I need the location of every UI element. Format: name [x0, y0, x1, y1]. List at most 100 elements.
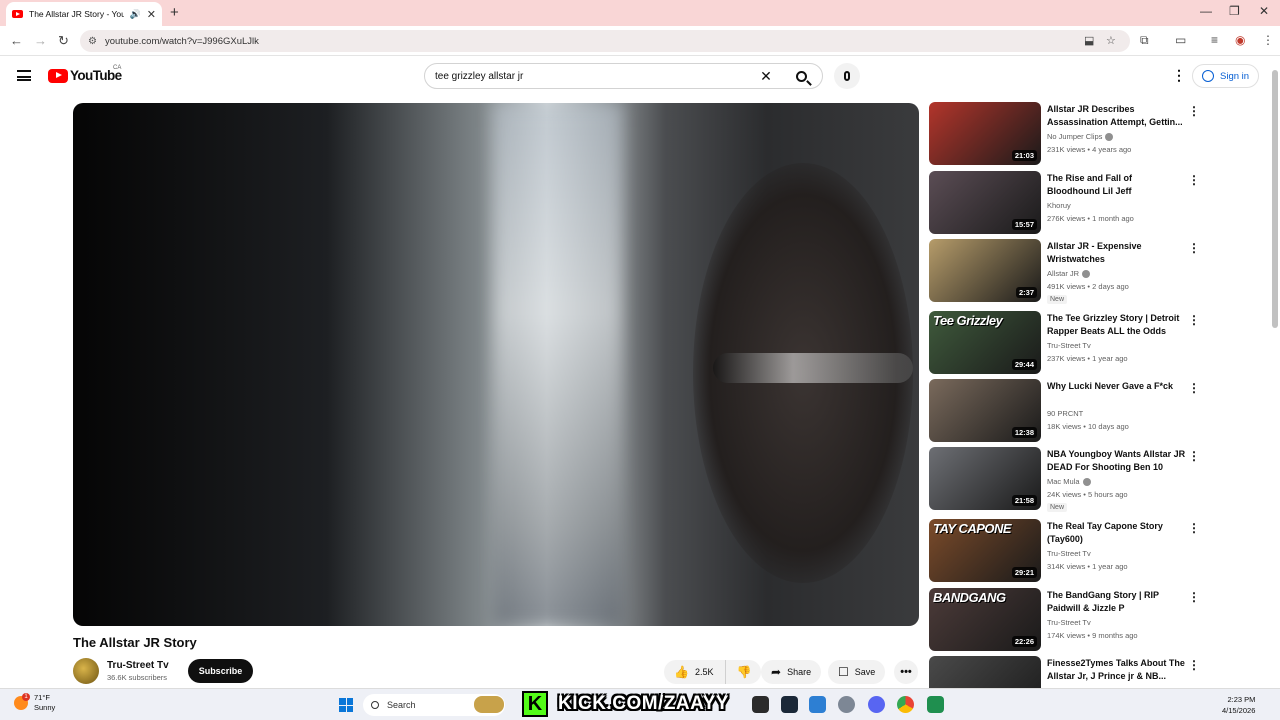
chrome-app-icon[interactable]: [897, 696, 914, 713]
related-video-channel[interactable]: Allstar JR: [1047, 269, 1091, 279]
video-thumbnail[interactable]: 12:38: [929, 379, 1041, 442]
new-tab-button[interactable]: +: [170, 4, 179, 21]
related-video-title[interactable]: Finesse2Tymes Talks About The Allstar Jr…: [1047, 657, 1187, 683]
restore-icon[interactable]: ❐: [1229, 4, 1240, 18]
related-video-title[interactable]: Why Lucki Never Gave a F*ck: [1047, 380, 1187, 393]
video-options-icon[interactable]: ⋮: [1188, 658, 1200, 672]
video-options-icon[interactable]: ⋮: [1188, 381, 1200, 395]
video-thumbnail[interactable]: 21:03: [929, 102, 1041, 165]
channel-name[interactable]: Tru-Street Tv: [107, 660, 169, 671]
like-button[interactable]: 👍 2.5K: [664, 660, 726, 684]
app-icon[interactable]: [927, 696, 944, 713]
related-video-item[interactable]: 15:57 The Rise and Fall of Bloodhound Lil…: [929, 171, 1200, 235]
settings-menu-icon[interactable]: ⋮: [1172, 68, 1186, 82]
weather-widget[interactable]: 1 71°F Sunny: [14, 693, 55, 713]
related-video-item[interactable]: 21:58 NBA Youngboy Wants Allstar JR DEAD …: [929, 447, 1200, 512]
youtube-header: YouTube CA tee grizzley allstar jr ✕ ⋮ S…: [0, 56, 1280, 96]
related-video-channel[interactable]: Tru-Street Tv: [1047, 549, 1091, 558]
related-video-channel[interactable]: Khoruy: [1047, 201, 1071, 210]
related-video-channel-name: Tru-Street Tv: [1047, 341, 1091, 350]
video-options-icon[interactable]: ⋮: [1188, 241, 1200, 255]
video-duration: 22:26: [1011, 636, 1037, 647]
media-controls-icon[interactable]: ≡: [1211, 33, 1218, 47]
video-thumbnail[interactable]: 15:57: [929, 171, 1041, 234]
bookmark-star-icon[interactable]: ☆: [1106, 34, 1116, 47]
install-app-icon[interactable]: ⬓: [1084, 34, 1094, 47]
related-video-item[interactable]: BANDGANG 22:26 The BandGang Story | RIP Pa…: [929, 588, 1200, 652]
video-thumbnail[interactable]: Tee Grizzley 29:44: [929, 311, 1041, 374]
related-video-channel[interactable]: No Jumper Clips: [1047, 132, 1114, 142]
video-thumbnail[interactable]: BANDGANG 22:26: [929, 588, 1041, 651]
video-options-icon[interactable]: ⋮: [1188, 449, 1200, 463]
clear-search-icon[interactable]: ✕: [752, 68, 780, 85]
address-bar[interactable]: ⚙ youtube.com/watch?v=J996GXuLJlk ⬓ ☆: [80, 30, 1130, 52]
related-video-channel[interactable]: Tru-Street Tv: [1047, 618, 1091, 627]
related-video-title[interactable]: The Real Tay Capone Story (Tay600): [1047, 520, 1187, 546]
youtube-logo[interactable]: YouTube CA: [48, 65, 122, 83]
related-video-title[interactable]: NBA Youngboy Wants Allstar JR DEAD For S…: [1047, 448, 1187, 474]
related-video-title[interactable]: The Tee Grizzley Story | Detroit Rapper …: [1047, 312, 1187, 338]
related-video-title[interactable]: Allstar JR Describes Assassination Attem…: [1047, 103, 1187, 129]
clock-time: 2:23 PM: [1227, 695, 1256, 704]
system-clock[interactable]: 2:23 PM 4/15/2026: [1222, 694, 1255, 716]
video-player[interactable]: [73, 103, 919, 626]
windows-start-icon[interactable]: [339, 698, 353, 712]
youtube-play-icon: [48, 68, 68, 83]
related-video-title[interactable]: Allstar JR - Expensive Wristwatches: [1047, 240, 1187, 266]
back-icon[interactable]: ←: [10, 33, 23, 48]
related-video-item[interactable]: 2:37 Allstar JR - Expensive Wristwatches A…: [929, 239, 1200, 304]
forward-icon[interactable]: →: [34, 33, 47, 48]
related-video-item[interactable]: 12:38 Why Lucki Never Gave a F*ck 90 PRCNT…: [929, 379, 1200, 443]
search-input[interactable]: tee grizzley allstar jr: [425, 71, 752, 82]
weather-temp: 71°F: [34, 693, 50, 702]
close-window-icon[interactable]: ✕: [1259, 4, 1269, 18]
sign-in-button[interactable]: Sign in: [1192, 64, 1260, 88]
dislike-button[interactable]: 👎: [725, 660, 762, 684]
video-options-icon[interactable]: ⋮: [1188, 104, 1200, 118]
related-video-title[interactable]: The BandGang Story | RIP Paidwill & Jizz…: [1047, 589, 1187, 615]
menu-icon[interactable]: [17, 70, 31, 81]
close-tab-icon[interactable]: ✕: [147, 8, 156, 21]
video-thumbnail[interactable]: 2:37: [929, 239, 1041, 302]
audio-playing-icon[interactable]: 🔊: [130, 9, 141, 20]
video-options-icon[interactable]: ⋮: [1188, 313, 1200, 327]
browser-tab[interactable]: The Allstar JR Story - YouTube 🔊 ✕: [6, 2, 162, 26]
video-options-icon[interactable]: ⋮: [1188, 521, 1200, 535]
profile-icon[interactable]: ◉: [1235, 33, 1245, 47]
terminal-app-icon[interactable]: [752, 696, 769, 713]
search-box[interactable]: tee grizzley allstar jr ✕: [424, 63, 823, 89]
scrollbar-thumb[interactable]: [1272, 70, 1278, 328]
reload-icon[interactable]: ↻: [58, 33, 69, 49]
photos-app-icon[interactable]: [809, 696, 826, 713]
more-actions-button[interactable]: •••: [894, 660, 918, 684]
url-text: youtube.com/watch?v=J996GXuLJlk: [104, 35, 259, 47]
video-options-icon[interactable]: ⋮: [1188, 173, 1200, 187]
discord-app-icon[interactable]: [868, 696, 885, 713]
video-thumbnail[interactable]: TAY CAPONE 29:21: [929, 519, 1041, 582]
voice-search-button[interactable]: [834, 63, 860, 89]
subscribe-button[interactable]: Subscribe: [187, 659, 254, 683]
browser-menu-icon[interactable]: ⋮: [1262, 33, 1274, 47]
search-highlight-icon[interactable]: [474, 696, 504, 713]
video-thumbnail[interactable]: 21:58: [929, 447, 1041, 510]
minimize-icon[interactable]: —: [1200, 4, 1212, 18]
related-video-item[interactable]: 21:03 Allstar JR Describes Assassination …: [929, 102, 1200, 166]
cast-icon[interactable]: ▭: [1175, 33, 1186, 47]
related-video-item[interactable]: TAY CAPONE 29:21 The Real Tay Capone Story…: [929, 519, 1200, 583]
video-options-icon[interactable]: ⋮: [1188, 590, 1200, 604]
related-video-title[interactable]: The Rise and Fall of Bloodhound Lil Jeff: [1047, 172, 1187, 198]
page-scrollbar[interactable]: [1272, 62, 1278, 688]
extensions-icon[interactable]: ⧉: [1140, 33, 1149, 48]
video-duration: 12:38: [1011, 427, 1037, 438]
related-video-item[interactable]: Tee Grizzley 29:44 The Tee Grizzley Story …: [929, 311, 1200, 375]
related-video-channel[interactable]: Tru-Street Tv: [1047, 341, 1091, 350]
save-button[interactable]: ☐ Save: [828, 660, 886, 684]
site-info-icon[interactable]: ⚙: [88, 36, 97, 47]
settings-app-icon[interactable]: [838, 696, 855, 713]
search-button[interactable]: [780, 64, 822, 88]
steam-app-icon[interactable]: [781, 696, 798, 713]
channel-avatar[interactable]: [73, 658, 99, 684]
related-video-channel[interactable]: Mac Mula: [1047, 477, 1091, 487]
share-button[interactable]: ➦ Share: [761, 660, 822, 684]
related-video-channel[interactable]: 90 PRCNT: [1047, 409, 1083, 418]
